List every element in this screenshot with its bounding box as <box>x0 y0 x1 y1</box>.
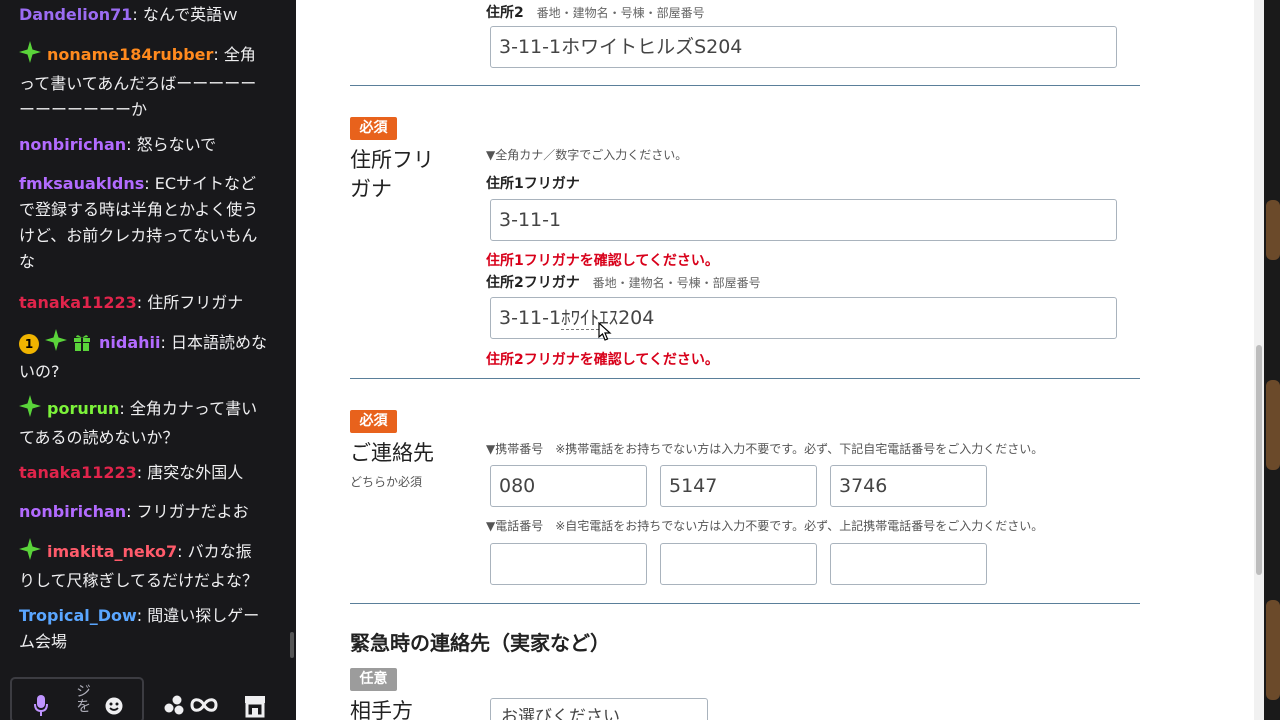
page-scrollbar-thumb[interactable] <box>1256 345 1262 575</box>
chat-message-text: 怒らないで <box>136 135 217 154</box>
required-badge: 必須 <box>350 410 397 433</box>
relation-select-value: お選びください <box>501 707 620 720</box>
sparkle-badge-icon <box>19 41 41 71</box>
chat-message: nonbirichan: 怒らないで <box>19 132 267 158</box>
chat-username[interactable]: tanaka11223 <box>19 463 137 482</box>
chat-message: noname184rubber: 全角って書いてあんだろばーーーーーーーーーーー… <box>19 41 267 123</box>
optional-badge: 任意 <box>350 668 397 691</box>
chat-username[interactable]: noname184rubber <box>47 45 213 64</box>
chat-message: imakita_neko7: バカな振りして尺稼ぎしてるだけだよな？ <box>19 538 267 594</box>
chat-message: nonbirichan: フリガナだよお <box>19 499 267 525</box>
page-scrollbar[interactable] <box>1254 0 1264 720</box>
chat-separator: : <box>126 502 137 521</box>
sparkle-badge-icon <box>19 395 41 425</box>
chat-message-text: なんで英語ｗ <box>142 5 239 24</box>
required-badge: 必須 <box>350 117 397 140</box>
chat-input-placeholder: ジを <box>74 683 92 713</box>
chat-message-text: 住所フリガナ <box>147 293 244 312</box>
emergency-heading: 緊急時の連絡先（実家など） <box>350 631 610 655</box>
furigana2-input[interactable]: 3-11-1ﾎﾜｲﾄｴｽ204 <box>490 297 1117 339</box>
chat-message-text: 唐突な外国人 <box>147 463 244 482</box>
furigana2-label: 住所2フリガナ 番地・建物名・号棟・部屋番号 <box>486 275 761 291</box>
microphone-icon[interactable] <box>34 695 48 720</box>
chat-message: Tropical_Dow: 間違い探しゲーム会場 <box>19 603 267 655</box>
mobile-input-1[interactable]: 080 <box>490 465 647 507</box>
chat-separator: : <box>136 463 148 482</box>
furigana-section-title: 住所フリ ガナ <box>350 148 434 201</box>
section-divider <box>350 378 1140 379</box>
chat-username[interactable]: imakita_neko7 <box>47 542 177 561</box>
mobile-input-2[interactable]: 5147 <box>660 465 817 507</box>
bits-icon[interactable] <box>164 694 186 720</box>
section-divider <box>350 85 1140 86</box>
chat-separator: : <box>160 333 171 352</box>
chat-separator: : <box>177 542 188 561</box>
chat-username[interactable]: fmksauakldns <box>19 174 144 193</box>
chat-separator: : <box>119 399 130 418</box>
chat-message: porurun: 全角カナって書いてあるの読めないか？ <box>19 395 267 451</box>
chevron-down-icon <box>687 711 699 720</box>
gift-badge-icon <box>73 333 91 351</box>
furigana2-value-prefix: 3-11-1 <box>499 307 562 329</box>
chat-message: 1 nidahii: 日本語読めないの? <box>19 329 267 385</box>
address2-hint: 番地・建物名・号棟・部屋番号 <box>536 6 705 20</box>
application-form: 住所2 番地・建物名・号棟・部屋番号 3-11-1ホワイトヒルズS204 必須 … <box>296 0 1254 720</box>
mobile-input-3[interactable]: 3746 <box>830 465 987 507</box>
furigana-note: ▼全角カナ／数字でご入力ください。 <box>486 148 688 162</box>
subscriber-badge-icon: 1 <box>19 334 39 354</box>
furigana2-error: 住所2フリガナを確認してください。 <box>486 352 719 368</box>
address2-input[interactable]: 3-11-1ホワイトヒルズS204 <box>490 26 1117 68</box>
chat-username[interactable]: Dandelion71 <box>19 5 132 24</box>
furigana2-hint: 番地・建物名・号棟・部屋番号 <box>592 276 761 290</box>
mobile-note: ▼携帯番号 ※携帯電話をお持ちでない方は入力不要です。必ず、下記自宅電話番号をご… <box>486 442 1044 456</box>
chat-separator: : <box>132 5 143 24</box>
chat-scrollbar[interactable] <box>290 632 294 658</box>
webcam-edge <box>1264 0 1280 720</box>
relation-select[interactable]: お選びください <box>490 698 708 720</box>
home-phone-input-1[interactable] <box>490 543 647 585</box>
chat-input[interactable]: ジを <box>10 677 144 720</box>
chat-username[interactable]: porurun <box>47 399 119 418</box>
section-divider <box>350 603 1140 604</box>
chat-message: tanaka11223: 住所フリガナ <box>19 290 267 316</box>
home-phone-note: ▼電話番号 ※自宅電話をお持ちでない方は入力不要です。必ず、上記携帯電話番号をご… <box>486 519 1044 533</box>
contact-section-title: ご連絡先 <box>350 441 434 465</box>
chat-message: Dandelion71: なんで英語ｗ <box>19 2 267 28</box>
address2-label: 住所2 番地・建物名・号棟・部屋番号 <box>486 5 705 21</box>
emote-smiley-icon[interactable] <box>105 697 123 719</box>
chat-panel: Dandelion71: なんで英語ｗ noname184rubber: 全角って… <box>0 0 296 720</box>
contact-section-subtitle: どちらか必須 <box>350 475 423 489</box>
chat-message: tanaka11223: 唐突な外国人 <box>19 460 267 486</box>
chat-separator: : <box>126 135 137 154</box>
home-phone-input-2[interactable] <box>660 543 817 585</box>
chat-username[interactable]: Tropical_Dow <box>19 606 137 625</box>
store-icon[interactable] <box>244 694 266 720</box>
infinity-points-icon[interactable] <box>190 696 218 718</box>
home-phone-input-3[interactable] <box>830 543 987 585</box>
chat-username[interactable]: nonbirichan <box>19 135 126 154</box>
chat-separator: : <box>136 293 148 312</box>
chat-username[interactable]: tanaka11223 <box>19 293 137 312</box>
chat-separator: : <box>213 45 224 64</box>
chat-message-text: フリガナだよお <box>136 502 249 521</box>
furigana1-input[interactable]: 3-11-1 <box>490 199 1117 241</box>
chat-username[interactable]: nidahii <box>99 333 160 352</box>
chat-username[interactable]: nonbirichan <box>19 502 126 521</box>
chat-separator: : <box>136 606 148 625</box>
furigana1-label: 住所1フリガナ <box>486 176 580 192</box>
emergency-relation-title: 相手方 <box>350 699 413 720</box>
chat-separator: : <box>144 174 155 193</box>
sparkle-badge-icon <box>45 329 67 359</box>
furigana2-value-ime: ﾎﾜｲﾄ <box>561 307 600 330</box>
sparkle-badge-icon <box>19 538 41 568</box>
chat-message: fmksauakldns: ECサイトなどで登録する時は半角とかよく使うけど、お… <box>19 171 267 275</box>
mouse-cursor-icon <box>598 321 612 346</box>
furigana1-error: 住所1フリガナを確認してください。 <box>486 253 719 269</box>
